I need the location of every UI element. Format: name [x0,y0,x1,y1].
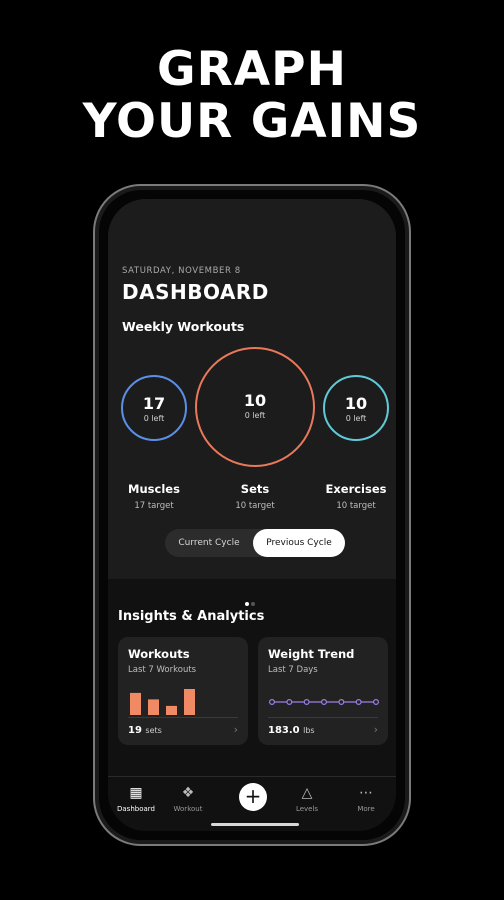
workouts-card[interactable]: Workouts Last 7 Workouts 19 sets › [118,637,248,745]
nav-workout[interactable]: ❖ Workout [160,783,216,813]
exercises-ring-value: 10 [344,394,368,413]
trend-point [355,698,362,706]
phone-frame: SATURDAY, NOVEMBER 8 DASHBOARD Weekly Wo… [93,184,411,846]
cycle-toggle: Current Cycle Previous Cycle [165,529,345,557]
card-value-unit: lbs [303,726,315,735]
app-screen: SATURDAY, NOVEMBER 8 DASHBOARD Weekly Wo… [108,199,396,831]
card-value-unit: sets [145,726,162,735]
nav-label: Levels [295,805,319,813]
muscles-ring-left: 0 left [143,414,165,423]
page-title: DASHBOARD [122,280,269,304]
previous-cycle-button[interactable]: Previous Cycle [253,529,345,557]
home-indicator [211,823,299,826]
card-divider [268,717,378,718]
dashboard-icon: ▦ [129,785,143,801]
headline-line-1: GRAPH [157,42,347,97]
nav-dashboard[interactable]: ▦ Dashboard [108,783,164,813]
stat-target: 10 target [336,501,376,511]
dumbbell-icon: ❖ [181,785,195,801]
exercises-ring[interactable]: 10 0 left [323,375,389,441]
card-subtitle: Last 7 Days [268,665,318,675]
page-dot[interactable] [251,602,255,606]
page-dot-active[interactable] [245,602,249,606]
chevron-right-icon: › [233,723,238,736]
sets-ring-left: 0 left [244,411,266,420]
add-workout-button[interactable]: + [239,783,267,811]
card-value: 183.0 lbs [268,725,315,736]
trend-point [372,698,379,706]
trend-point [338,698,345,706]
sets-ring[interactable]: 10 0 left [195,347,315,467]
workout-bar [130,692,141,715]
marketing-headline: GRAPH YOUR GAINS [0,44,504,148]
trend-point [286,698,293,706]
card-title: Weight Trend [268,647,355,661]
workout-bar [148,699,159,715]
insights-heading: Insights & Analytics [118,609,265,624]
card-value: 19 sets [128,725,162,736]
weight-trend-card[interactable]: Weight Trend Last 7 Days 183.0 lbs › [258,637,388,745]
card-value-number: 19 [128,725,142,736]
card-subtitle: Last 7 Workouts [128,665,197,675]
weekly-workouts-heading: Weekly Workouts [122,319,245,334]
workouts-bar-chart [130,689,195,715]
nav-label: Dashboard [117,805,155,813]
page-indicator [244,591,256,610]
more-icon: ⋯ [359,785,373,801]
stat-muscles: Muscles 17 target [114,482,194,511]
nav-levels[interactable]: △ Levels [279,783,335,813]
muscles-ring-value: 17 [142,394,166,413]
nav-label: Workout [173,805,203,813]
card-value-number: 183.0 [268,725,300,736]
stat-label: Muscles [128,482,180,496]
stat-target: 17 target [134,501,174,511]
headline-line-2: YOUR GAINS [82,94,422,149]
trend-point [303,698,310,706]
levels-icon: △ [301,785,313,801]
stat-target: 10 target [235,501,275,511]
stat-sets: Sets 10 target [215,482,295,511]
trend-point [268,698,276,706]
plus-icon: + [244,784,262,808]
sets-ring-value: 10 [243,391,267,410]
stat-label: Exercises [325,482,387,496]
current-cycle-button[interactable]: Current Cycle [165,529,253,557]
muscles-ring[interactable]: 17 0 left [121,375,187,441]
workout-bar [184,689,195,715]
stat-label: Sets [240,482,270,496]
stat-exercises: Exercises 10 target [316,482,396,511]
nav-label: More [357,805,375,813]
card-divider [128,717,238,718]
date-label: SATURDAY, NOVEMBER 8 [122,266,241,276]
weight-trend-line-chart [268,698,379,706]
trend-point [320,698,327,706]
card-title: Workouts [128,647,190,661]
exercises-ring-left: 0 left [345,414,367,423]
workout-bar [166,705,177,715]
nav-more[interactable]: ⋯ More [338,783,394,813]
chevron-right-icon: › [373,723,378,736]
